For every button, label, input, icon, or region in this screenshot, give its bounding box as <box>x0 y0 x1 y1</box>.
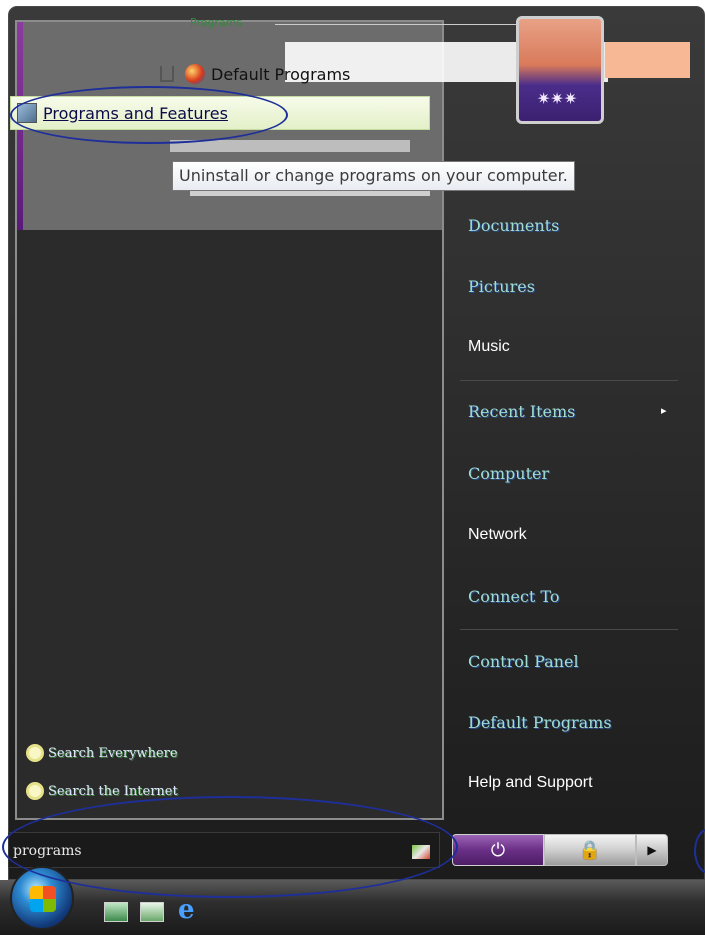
right-item-recent-items[interactable]: Recent Items <box>468 402 575 421</box>
search-icon <box>26 744 44 762</box>
clear-search-icon[interactable] <box>412 845 430 859</box>
result-programs-and-features[interactable]: Programs and Features <box>10 96 430 130</box>
search-everywhere-link[interactable]: Search Everywhere <box>26 744 178 762</box>
right-item-connect-to[interactable]: Connect To <box>468 587 560 606</box>
search-everywhere-label: Search Everywhere <box>48 745 178 761</box>
right-item-computer[interactable]: Computer <box>468 464 549 483</box>
user-picture[interactable] <box>516 16 604 124</box>
tooltip: Uninstall or change programs on your com… <box>172 161 575 191</box>
power-button[interactable]: ⏻ <box>452 834 544 866</box>
lock-button[interactable]: 🔒 <box>544 834 636 866</box>
power-icon: ⏻ <box>490 839 506 861</box>
arrow-right-icon: ▶ <box>647 843 657 857</box>
right-item-network[interactable]: Network <box>468 526 527 544</box>
right-item-pictures[interactable]: Pictures <box>468 277 535 296</box>
right-item-music[interactable]: Music <box>468 338 510 356</box>
show-desktop-icon[interactable] <box>104 902 128 922</box>
result-label: Default Programs <box>211 64 351 84</box>
search-input[interactable] <box>13 840 393 862</box>
right-item-default-programs[interactable]: Default Programs <box>468 713 612 732</box>
internet-explorer-icon[interactable]: e <box>178 896 206 924</box>
menu-divider <box>460 629 678 630</box>
menu-divider <box>460 380 678 381</box>
tree-connector-icon <box>160 66 174 82</box>
right-item-control-panel[interactable]: Control Panel <box>468 652 579 671</box>
results-group-header: Programs <box>190 16 243 29</box>
window-fragment <box>605 42 690 78</box>
submenu-arrow-icon: ▸ <box>661 404 667 417</box>
faded-result-row <box>170 140 410 152</box>
search-icon <box>26 782 44 800</box>
right-item-help-and-support[interactable]: Help and Support <box>468 774 593 792</box>
start-orb[interactable] <box>10 866 74 930</box>
globe-icon <box>185 64 205 84</box>
start-search-box[interactable] <box>8 832 440 868</box>
search-internet-label: Search the Internet <box>48 783 178 799</box>
shutdown-options-button[interactable]: ▶ <box>636 834 668 866</box>
lock-icon: 🔒 <box>578 839 602 861</box>
right-item-documents[interactable]: Documents <box>468 216 559 235</box>
result-default-programs[interactable]: Default Programs <box>185 64 350 84</box>
control-panel-icon <box>17 103 37 123</box>
result-label: Programs and Features <box>43 103 228 123</box>
switch-windows-icon[interactable] <box>140 902 164 922</box>
search-internet-link[interactable]: Search the Internet <box>26 782 178 800</box>
